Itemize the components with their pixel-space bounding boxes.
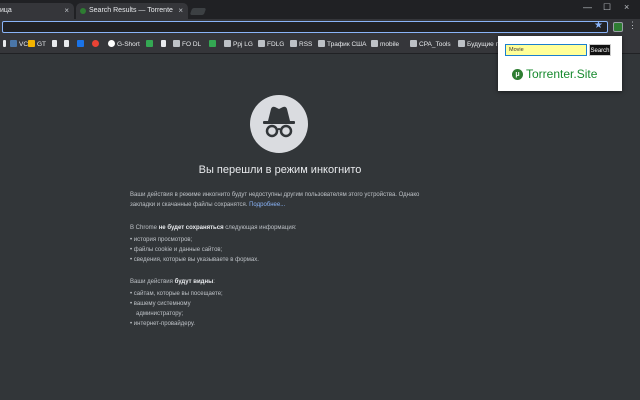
vk-icon xyxy=(10,40,17,47)
extension-popup: Movie Search μ Torrenter.Site xyxy=(498,36,622,91)
bookmark-label: FO DL xyxy=(182,41,202,48)
new-tab-button[interactable] xyxy=(189,8,207,15)
bookmark-item[interactable] xyxy=(161,40,168,50)
bookmark-item[interactable] xyxy=(3,40,8,50)
search-input[interactable]: Movie xyxy=(505,44,587,56)
bookmark-item[interactable]: GT xyxy=(28,40,46,50)
bookmark-label: VC xyxy=(19,41,29,48)
list-item-text: интернет-провайдеру. xyxy=(133,321,195,327)
page-title: Вы перешли в режим инкогнито xyxy=(198,164,362,176)
sheets-icon xyxy=(146,40,153,47)
bookmark-icon xyxy=(3,40,6,47)
incognito-description: Ваши действия в режиме инкогнито будут н… xyxy=(130,190,430,210)
menu-icon[interactable]: ⋮ xyxy=(628,20,637,31)
bookmark-folder-icon xyxy=(173,40,180,47)
bookmark-label: CPA_Tools xyxy=(419,41,451,48)
not-saved-heading: В Chrome не будет сохраняться следующая … xyxy=(130,223,430,233)
bookmark-folder-icon xyxy=(371,40,378,47)
star-icon[interactable]: ★ xyxy=(594,20,603,31)
bookmark-icon xyxy=(209,40,216,47)
torrenter-logo-link[interactable]: Torrenter.Site xyxy=(526,67,597,81)
bookmark-item[interactable]: RSS xyxy=(290,40,312,50)
torrenter-favicon-icon xyxy=(80,8,86,14)
bookmark-item[interactable] xyxy=(209,40,218,50)
list-item-text: история просмотров; xyxy=(133,237,193,243)
list-item-text: администратору; xyxy=(136,311,184,317)
visible-to-heading: Ваши действия будут видны: xyxy=(130,277,430,287)
adwords-icon xyxy=(77,40,84,47)
bookmark-label: mobile xyxy=(380,41,400,48)
list-item-text: вашему системному xyxy=(133,301,191,307)
toolbar: ★ ⋮ xyxy=(0,19,640,36)
list-item: • интернет-провайдеру. xyxy=(130,321,195,327)
bookmark-folder-icon xyxy=(410,40,417,47)
text-fragment: В Chrome xyxy=(130,225,159,231)
bookmark-label: FDLG xyxy=(267,41,285,48)
text-emphasis: не будет сохраняться xyxy=(158,225,224,231)
incognito-page: Вы перешли в режим инкогнито Ваши действ… xyxy=(0,54,640,400)
google-icon xyxy=(108,40,115,47)
text-fragment: Ваши действия xyxy=(130,279,175,285)
address-bar[interactable]: ★ xyxy=(2,20,608,33)
maximize-icon[interactable]: ☐ xyxy=(603,2,611,13)
bookmark-icon xyxy=(28,40,35,47)
list-item-text: файлы cookie и данные сайтов; xyxy=(133,247,223,253)
bookmark-item[interactable] xyxy=(64,40,71,50)
bookmark-label: G-Short xyxy=(117,41,140,48)
bookmark-item[interactable]: CPA_Tools xyxy=(410,40,451,50)
page-icon xyxy=(52,40,57,47)
list-item-text: сведения, которые вы указываете в формах… xyxy=(133,257,259,263)
bookmark-folder-icon xyxy=(258,40,265,47)
bookmark-folder-icon xyxy=(458,40,465,47)
list-item: • сайтам, которые вы посещаете; xyxy=(130,291,223,297)
bookmark-folder-icon xyxy=(318,40,325,47)
bookmark-item[interactable]: Будущие п xyxy=(458,40,499,50)
bookmark-item[interactable]: Трафик США xyxy=(318,40,366,50)
bookmark-label: Будущие п xyxy=(467,41,500,48)
bookmark-item[interactable]: VC xyxy=(10,40,28,50)
tab-title: ица xyxy=(0,7,12,14)
list-item-text: сайтам, которые вы посещаете; xyxy=(133,291,223,297)
extension-icon[interactable] xyxy=(613,22,623,32)
page-icon xyxy=(161,40,166,47)
bookmark-label: Ppj LG xyxy=(233,41,253,48)
bookmark-item[interactable] xyxy=(77,40,86,50)
bookmark-item[interactable] xyxy=(52,40,59,50)
bookmark-label: RSS xyxy=(299,41,313,48)
close-icon[interactable]: × xyxy=(178,3,183,19)
list-item: • сведения, которые вы указываете в форм… xyxy=(130,257,259,263)
window-close-icon[interactable]: × xyxy=(624,2,629,12)
search-button[interactable]: Search xyxy=(589,44,611,56)
bookmark-item[interactable]: G-Short xyxy=(108,40,140,50)
minimize-icon[interactable]: — xyxy=(583,2,592,12)
bookmark-folder-icon xyxy=(290,40,297,47)
bookmark-item[interactable] xyxy=(92,40,101,50)
close-icon[interactable]: × xyxy=(64,3,69,19)
bookmark-item[interactable]: FDLG xyxy=(258,40,284,50)
text-fragment: следующая информация: xyxy=(223,225,297,231)
bookmark-item[interactable]: FO DL xyxy=(173,40,201,50)
gmail-icon xyxy=(92,40,99,47)
bookmark-item[interactable] xyxy=(146,40,155,50)
list-item: • история просмотров; xyxy=(130,237,193,243)
incognito-icon xyxy=(250,95,308,153)
tab-title: Search Results — Torrente xyxy=(89,7,173,14)
text-emphasis: будут видны xyxy=(174,279,214,285)
torrenter-logo-icon[interactable]: μ xyxy=(512,69,523,80)
page-icon xyxy=(64,40,69,47)
bookmark-label: Трафик США xyxy=(327,41,367,48)
list-item-continuation: администратору; xyxy=(136,309,183,319)
bookmark-item[interactable]: mobile xyxy=(371,40,399,50)
tab-search-results[interactable]: Search Results — Torrente × xyxy=(76,3,188,19)
bookmark-folder-icon xyxy=(224,40,231,47)
tab-incognito[interactable]: ица × xyxy=(0,3,74,19)
bookmark-label: GT xyxy=(37,41,47,48)
list-item: • вашему системному xyxy=(130,301,191,307)
list-item: • файлы cookie и данные сайтов; xyxy=(130,247,223,253)
learn-more-link[interactable]: Подробнее... xyxy=(249,202,285,208)
text-fragment: : xyxy=(213,279,215,285)
bookmark-item[interactable]: Ppj LG xyxy=(224,40,253,50)
tab-strip: ица × Search Results — Torrente × — ☐ × xyxy=(0,0,640,19)
